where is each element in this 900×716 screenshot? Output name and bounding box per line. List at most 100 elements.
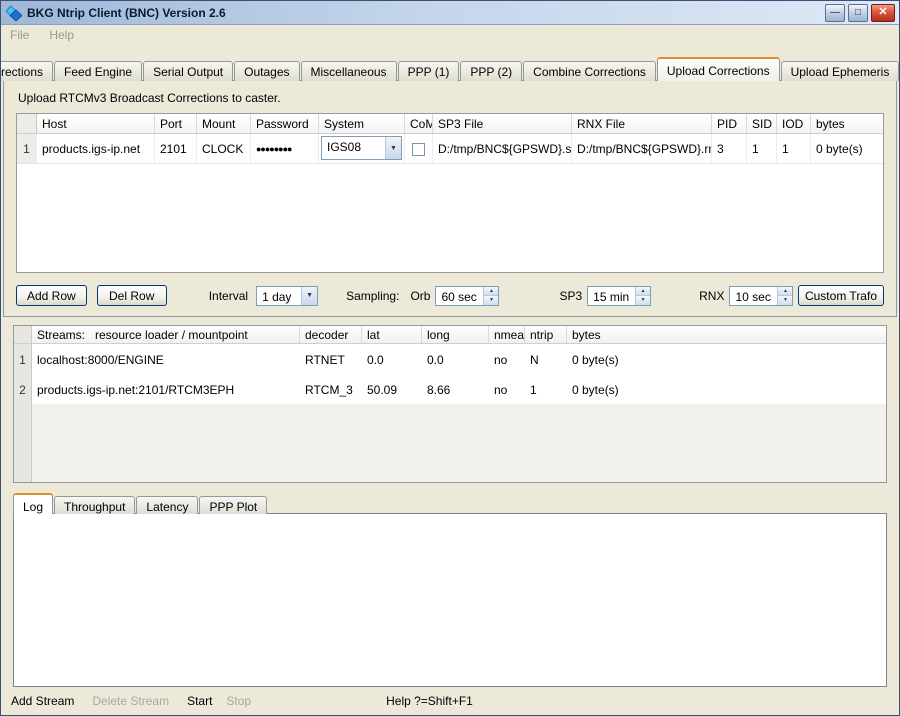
column-header-nmea: nmea — [489, 326, 525, 343]
port-cell[interactable]: 2101 — [155, 134, 197, 163]
tab-label: PPP (2) — [470, 65, 512, 79]
stream-row[interactable]: 2 products.igs-ip.net:2101/RTCM3EPH RTCM… — [14, 374, 886, 404]
menubar: File Help — [1, 25, 899, 45]
interval-select[interactable]: 1 day ▼ — [256, 286, 318, 306]
chevron-down-icon: ▼ — [301, 287, 317, 305]
add-row-button[interactable]: Add Row — [16, 285, 87, 306]
maximize-button[interactable]: □ — [848, 4, 868, 22]
system-cell: IGS08 ▼ — [319, 134, 405, 163]
tab-feed-engine[interactable]: Feed Engine — [54, 61, 142, 81]
column-header-pid: PID — [712, 114, 747, 133]
mount-cell[interactable]: CLOCK — [197, 134, 251, 163]
orb-sampling-spinner[interactable]: 60 sec ▲▼ — [435, 286, 499, 306]
column-header-sid: SID — [747, 114, 777, 133]
streams-table-header: Streams: resource loader / mountpoint de… — [14, 326, 886, 344]
upload-corrections-panel: Upload RTCMv3 Broadcast Corrections to c… — [3, 80, 897, 317]
close-icon: ✕ — [878, 7, 887, 18]
tab-label: PPP (1) — [408, 65, 450, 79]
ntrip-cell: N — [525, 344, 567, 374]
tab-ppp-1[interactable]: PPP (1) — [398, 61, 460, 81]
tab-combine-corrections[interactable]: Combine Corrections — [523, 61, 656, 81]
com-checkbox[interactable] — [412, 143, 425, 156]
delete-stream-button[interactable]: Delete Stream — [92, 694, 169, 708]
panel-caption: Upload RTCMv3 Broadcast Corrections to c… — [18, 91, 884, 105]
spin-down-icon[interactable]: ▼ — [636, 296, 650, 305]
tab-log[interactable]: Log — [13, 493, 53, 514]
sp3-sampling-spinner[interactable]: 15 min ▲▼ — [587, 286, 651, 306]
host-cell[interactable]: products.igs-ip.net — [37, 134, 155, 163]
sp3-label: SP3 — [559, 289, 582, 303]
spin-down-icon[interactable]: ▼ — [778, 296, 792, 305]
pid-cell[interactable]: 3 — [712, 134, 747, 163]
close-button[interactable]: ✕ — [871, 4, 895, 22]
spin-up-icon[interactable]: ▲ — [484, 287, 498, 297]
corner-header — [14, 326, 32, 343]
spin-down-icon[interactable]: ▼ — [484, 296, 498, 305]
spinner-buttons[interactable]: ▲▼ — [483, 287, 498, 305]
tab-upload-corrections[interactable]: Upload Corrections — [657, 57, 780, 81]
custom-trafo-button[interactable]: Custom Trafo — [798, 285, 884, 306]
streams-table-empty-area — [14, 404, 886, 482]
rnx-label: RNX — [699, 289, 724, 303]
tab-miscellaneous[interactable]: Miscellaneous — [301, 61, 397, 81]
titlebar[interactable]: BKG Ntrip Client (BNC) Version 2.6 — □ ✕ — [1, 1, 899, 25]
spinner-buttons[interactable]: ▲▼ — [777, 287, 792, 305]
column-header-long: long — [422, 326, 489, 343]
spin-up-icon[interactable]: ▲ — [636, 287, 650, 297]
start-button[interactable]: Start — [187, 694, 212, 708]
rnx-file-cell[interactable]: D:/tmp/BNC${GPSWD}.rnx — [572, 134, 712, 163]
tab-outages[interactable]: Outages — [234, 61, 299, 81]
column-header-bytes: bytes — [811, 114, 883, 133]
row-number: 1 — [17, 134, 37, 163]
tab-label: Combine Corrections — [533, 65, 646, 79]
mountpoint-cell: localhost:8000/ENGINE — [32, 344, 300, 374]
tab-label: Throughput — [64, 500, 125, 514]
system-select[interactable]: IGS08 ▼ — [321, 136, 402, 160]
del-row-button[interactable]: Del Row — [97, 285, 167, 306]
tab-label: PPP Plot — [209, 500, 257, 514]
minimize-button[interactable]: — — [825, 4, 845, 22]
iod-cell[interactable]: 1 — [777, 134, 811, 163]
corner-header — [17, 114, 37, 133]
lat-cell: 50.09 — [362, 374, 422, 404]
rnx-sampling-spinner[interactable]: 10 sec ▲▼ — [729, 286, 793, 306]
spinner-buttons[interactable]: ▲▼ — [635, 287, 650, 305]
maximize-icon: □ — [855, 8, 861, 18]
log-output-area[interactable] — [13, 513, 887, 687]
add-stream-button[interactable]: Add Stream — [11, 694, 74, 708]
stream-row[interactable]: 1 localhost:8000/ENGINE RTNET 0.0 0.0 no… — [14, 344, 886, 374]
menu-help[interactable]: Help — [49, 28, 74, 42]
row-number: 2 — [14, 374, 32, 404]
menu-file[interactable]: File — [10, 28, 29, 42]
tab-upload-ephemeris[interactable]: Upload Ephemeris — [781, 61, 899, 81]
password-cell[interactable]: ●●●●●●●● — [251, 134, 319, 163]
column-header-decoder: decoder — [300, 326, 362, 343]
column-header-system: System — [319, 114, 405, 133]
column-header-com: CoM — [405, 114, 433, 133]
help-hint: Help ?=Shift+F1 — [386, 694, 473, 708]
tab-throughput[interactable]: Throughput — [54, 496, 135, 514]
tab-ppp-2[interactable]: PPP (2) — [460, 61, 522, 81]
tab-latency[interactable]: Latency — [136, 496, 198, 514]
long-cell: 0.0 — [422, 344, 489, 374]
column-header-rnx-file: RNX File — [572, 114, 712, 133]
sp3-file-cell[interactable]: D:/tmp/BNC${GPSWD}.sp3 — [433, 134, 572, 163]
tab-label: Outages — [244, 65, 289, 79]
sid-cell[interactable]: 1 — [747, 134, 777, 163]
stop-button[interactable]: Stop — [226, 694, 251, 708]
tab-serial-output[interactable]: Serial Output — [143, 61, 233, 81]
column-header-sp3-file: SP3 File — [433, 114, 572, 133]
column-header-password: Password — [251, 114, 319, 133]
chevron-down-icon: ▼ — [385, 137, 401, 159]
combo-arrow-glyph: ▼ — [390, 145, 397, 152]
window-title: BKG Ntrip Client (BNC) Version 2.6 — [27, 6, 822, 20]
tab-broadcast-corrections[interactable]: rections — [1, 61, 53, 81]
spin-up-icon[interactable]: ▲ — [778, 287, 792, 297]
decoder-cell: RTCM_3 — [300, 374, 362, 404]
tab-label: Latency — [146, 500, 188, 514]
tab-ppp-plot[interactable]: PPP Plot — [199, 496, 267, 514]
interval-select-value: 1 day — [257, 287, 301, 305]
column-header-mountpoint: Streams: resource loader / mountpoint — [32, 326, 300, 343]
bottom-tabbar: Log Throughput Latency PPP Plot — [13, 493, 887, 514]
tab-label: rections — [1, 65, 43, 79]
